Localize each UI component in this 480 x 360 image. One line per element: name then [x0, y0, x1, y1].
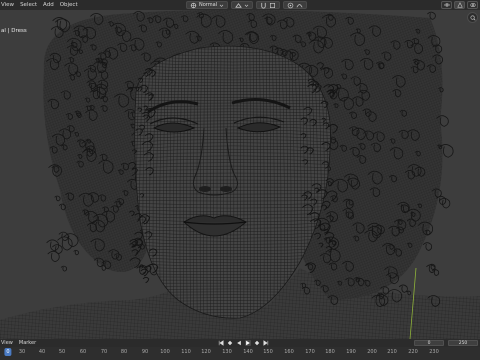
timeline-tick-label: 230: [429, 349, 439, 355]
timeline-menu: View Marker: [0, 339, 36, 347]
timeline-tick-label: 50: [58, 349, 66, 355]
zoom-icon: [470, 15, 475, 20]
overlay-tools: [441, 1, 478, 9]
timeline-tick-label: 40: [38, 349, 46, 355]
timeline-tick-label: 210: [387, 349, 397, 355]
jump-start-icon: [218, 340, 224, 346]
playhead[interactable]: 0: [4, 348, 12, 356]
zoom-icon-button[interactable]: [467, 12, 478, 23]
timeline-tick-label: 170: [305, 349, 315, 355]
overlay-toggle[interactable]: [467, 1, 478, 9]
timeline-tick-label: 100: [160, 349, 170, 355]
timeline-tick-label: 220: [408, 349, 418, 355]
end-frame-field[interactable]: 250: [448, 340, 478, 346]
menu-object[interactable]: Object: [60, 0, 78, 10]
play-reverse-button[interactable]: [236, 340, 242, 346]
timeline-tick-label: 60: [79, 349, 87, 355]
timeline-tick-label: 160: [284, 349, 294, 355]
snap-target-icon: [270, 2, 276, 8]
timeline-tick-label: 110: [181, 349, 191, 355]
eye-icon: [443, 3, 450, 7]
next-keyframe-button[interactable]: [254, 340, 260, 346]
mesh-wireframe[interactable]: [0, 10, 480, 339]
orientation-icon: [190, 2, 197, 8]
prev-keyframe-button[interactable]: [227, 340, 233, 346]
visibility-toggle[interactable]: [441, 1, 452, 9]
timeline-tick-label: 180: [325, 349, 335, 355]
timeline-ruler[interactable]: 0 30 40 50 60 70 80 90 100 110 120 130 140 150 160 170…: [0, 347, 480, 360]
timeline-tick-label: 80: [120, 349, 128, 355]
falloff-icon: [296, 3, 303, 7]
jump-end-button[interactable]: [263, 340, 269, 346]
viewport-header: View Select Add Object Normal: [0, 0, 480, 10]
timeline-tick-label: 30: [18, 349, 26, 355]
play-button[interactable]: [245, 340, 251, 346]
object-label: al | Dress: [1, 28, 27, 34]
timeline-tick-label: 200: [367, 349, 377, 355]
chevron-down-icon: [244, 4, 249, 7]
snap-toggle[interactable]: [256, 1, 281, 9]
timeline-menu-marker[interactable]: Marker: [19, 339, 36, 347]
timeline-tick-label: 120: [201, 349, 211, 355]
playback-controls: [218, 339, 269, 347]
header-menu: View Select Add Object: [0, 0, 78, 10]
pivot-dropdown[interactable]: [231, 1, 254, 9]
timeline-tick-label: 140: [243, 349, 253, 355]
jump-end-icon: [263, 340, 269, 346]
play-icon: [246, 340, 250, 346]
transform-tools: Normal: [186, 0, 308, 10]
play-reverse-icon: [237, 340, 241, 346]
gizmo-toggle[interactable]: [454, 1, 465, 9]
menu-view[interactable]: View: [1, 0, 14, 10]
pivot-icon: [235, 2, 242, 8]
snap-icon: [261, 2, 266, 8]
menu-select[interactable]: Select: [20, 0, 37, 10]
shading-mode-label: Normal: [199, 2, 218, 8]
timeline-tick-label: 130: [222, 349, 232, 355]
chevron-down-icon: [219, 4, 224, 7]
timeline-tick-label: 90: [141, 349, 149, 355]
orientation-dropdown[interactable]: Normal: [186, 1, 229, 9]
prev-keyframe-icon: [227, 340, 233, 346]
timeline-tick-label: 190: [346, 349, 356, 355]
3d-viewport[interactable]: al | Dress: [0, 10, 480, 339]
timeline-tick-label: 150: [263, 349, 273, 355]
timeline-tick-label: 70: [100, 349, 108, 355]
timeline-menu-view[interactable]: View: [1, 339, 13, 347]
menu-add[interactable]: Add: [43, 0, 54, 10]
gizmo-icon: [456, 2, 463, 8]
current-frame-field[interactable]: 0: [414, 340, 444, 346]
jump-start-button[interactable]: [218, 340, 224, 346]
overlay-icon: [469, 3, 476, 7]
proportional-editing-toggle[interactable]: [283, 1, 308, 9]
proportional-icon: [287, 2, 294, 8]
next-keyframe-icon: [254, 340, 260, 346]
